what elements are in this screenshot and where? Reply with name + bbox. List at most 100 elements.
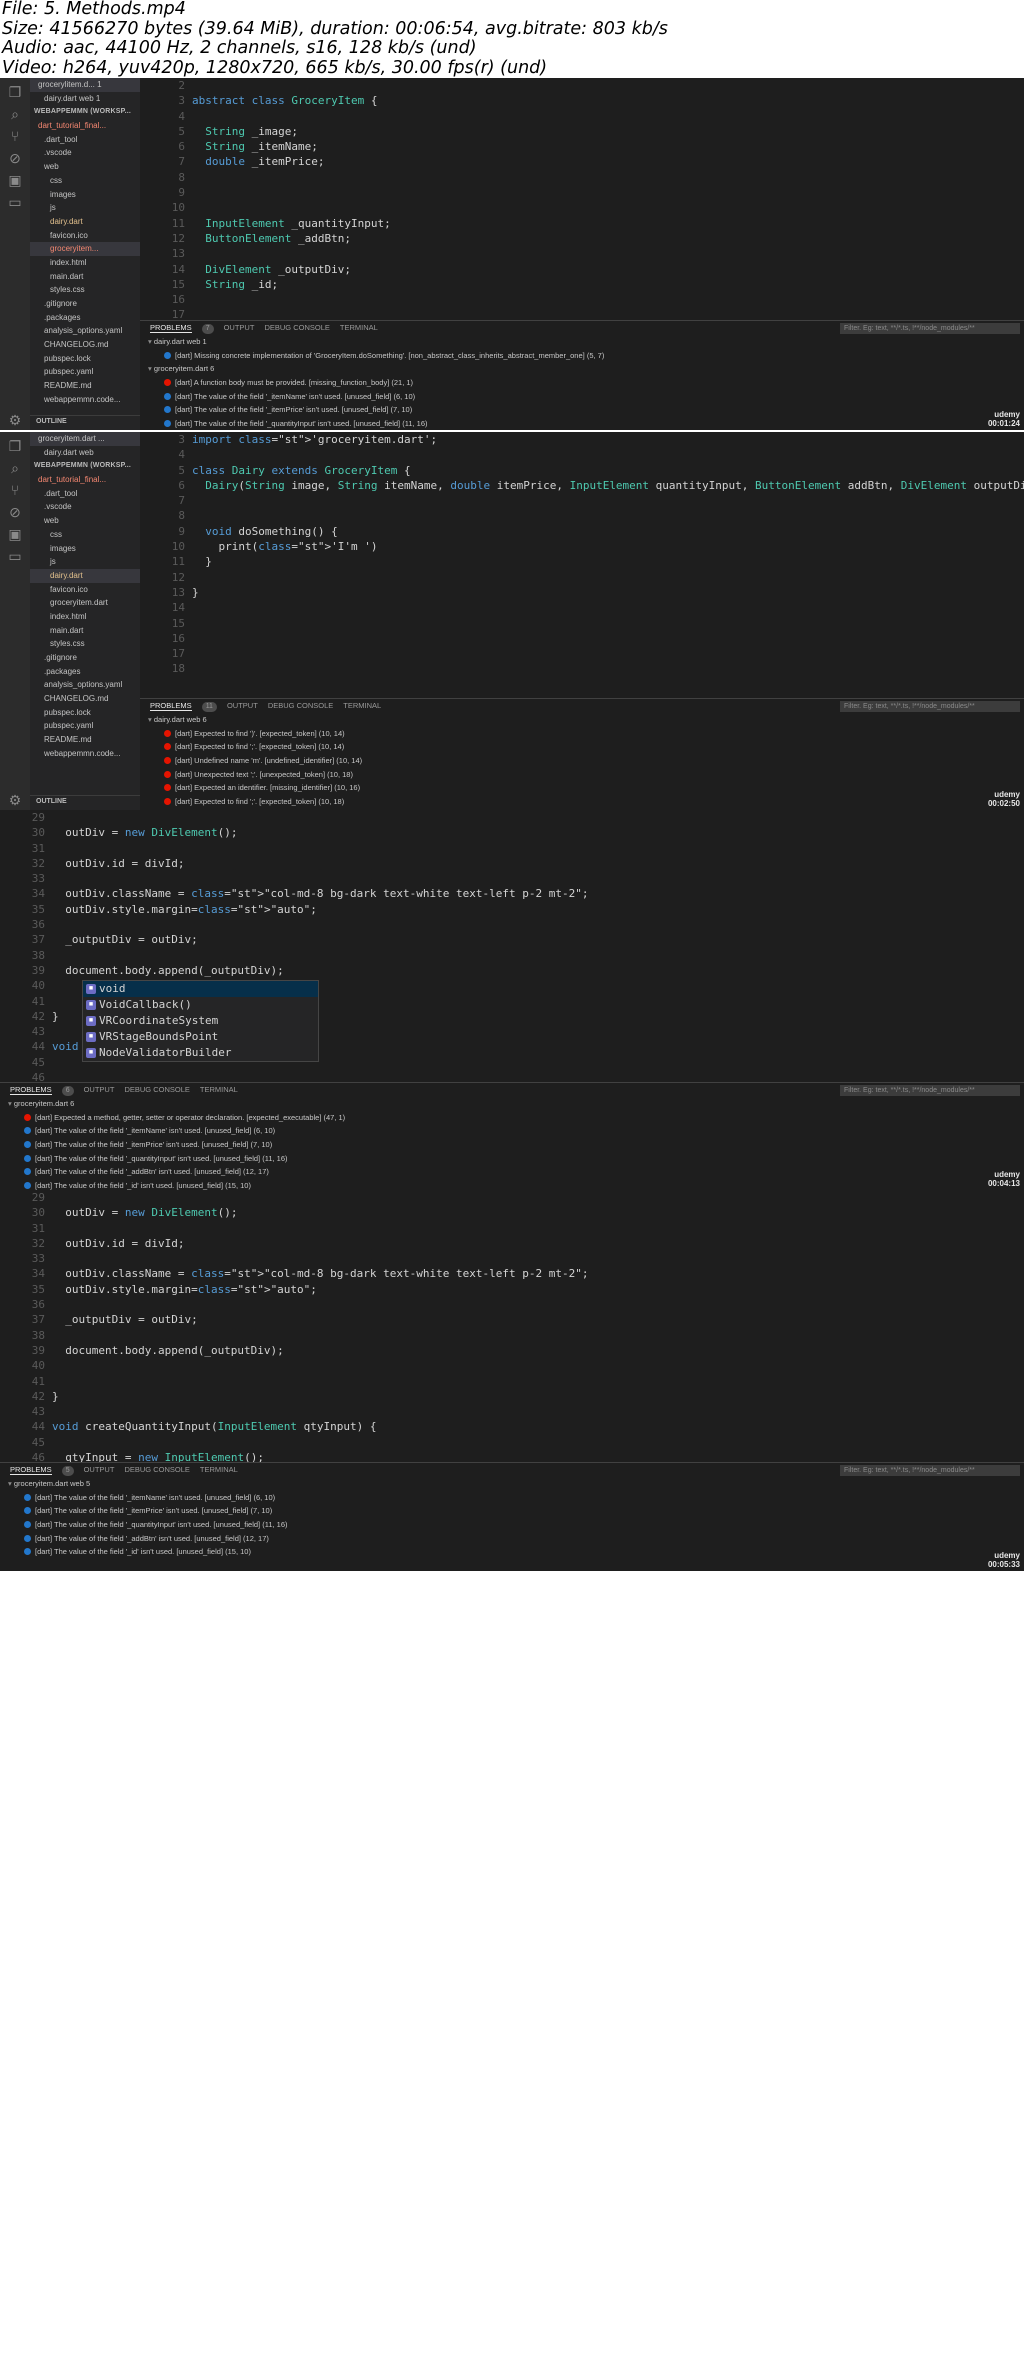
problem-item[interactable]: [dart] The value of the field '_itemName…	[0, 1491, 1024, 1505]
tab-debug-console[interactable]: DEBUG CONSOLE	[124, 1085, 189, 1094]
outline-section[interactable]: OUTLINE	[30, 795, 140, 808]
code-line[interactable]: import class="st">'groceryitem.dart';	[192, 432, 1024, 447]
code-editor[interactable]: 3 4 5 6 7 8 9 10 11 12 13 14 15 16 17 18 import class="s…	[140, 432, 1024, 698]
file-tree-item[interactable]: index.html	[30, 256, 140, 270]
autocomplete-item[interactable]: ■ NodeValidatorBuilder	[83, 1045, 318, 1061]
tab-output[interactable]: OUTPUT	[84, 1465, 115, 1474]
code-line[interactable]: DivElement _outputDiv;	[192, 262, 1024, 277]
file-tree-item[interactable]: README.md	[30, 379, 140, 393]
file-tree-item[interactable]: groceryitem...	[30, 242, 140, 256]
file-tree-item[interactable]: styles.css	[30, 637, 140, 651]
file-tree-item[interactable]: main.dart	[30, 624, 140, 638]
code-line[interactable]: class Dairy extends GroceryItem {	[192, 463, 1024, 478]
file-tree-item[interactable]: images	[30, 542, 140, 556]
file-tree-item[interactable]: dairy.dart	[30, 568, 140, 583]
code-line[interactable]	[192, 646, 1024, 661]
code-area[interactable]: import class="st">'groceryitem.dart'; cla…	[192, 432, 1024, 677]
problem-item[interactable]: [dart] The value of the field '_addBtn' …	[0, 1165, 1024, 1179]
file-tree-item[interactable]: analysis_options.yaml	[30, 678, 140, 692]
file-tree-item[interactable]: styles.css	[30, 283, 140, 297]
file-tree-item[interactable]: .dart_tool	[30, 487, 140, 501]
file-tree-item[interactable]: CHANGELOG.md	[30, 692, 140, 706]
remote-icon[interactable]: ▭	[7, 194, 23, 210]
code-line[interactable]: outDiv.style.margin=class="st">"auto";	[52, 902, 1024, 917]
file-tree-item[interactable]: .packages	[30, 311, 140, 325]
tab-problems[interactable]: PROBLEMS	[10, 1085, 52, 1095]
problem-item[interactable]: [dart] The value of the field '_itemPric…	[0, 1504, 1024, 1518]
problems-filter-input[interactable]: Filter. Eg: text, **/*.ts, !**/node_modu…	[840, 701, 1020, 712]
code-line[interactable]: void doSomething() {	[192, 524, 1024, 539]
code-line[interactable]	[52, 871, 1024, 886]
code-line[interactable]	[192, 78, 1024, 93]
tab-terminal[interactable]: TERMINAL	[343, 701, 381, 710]
code-line[interactable]	[192, 661, 1024, 676]
file-tree-item[interactable]: pubspec.yaml	[30, 719, 140, 733]
problem-item[interactable]: [dart] Expected to find ';'. [expected_t…	[140, 795, 1024, 809]
tab-problems[interactable]: PROBLEMS	[150, 701, 192, 711]
code-line[interactable]: outDiv = new DivElement();	[52, 825, 1024, 840]
open-editor-item[interactable]: grocerylitem.d... 1	[30, 78, 140, 92]
code-line[interactable]	[192, 170, 1024, 185]
problems-filter-input[interactable]: Filter. Eg: text, **/*.ts, !**/node_modu…	[840, 1085, 1020, 1096]
source-control-icon[interactable]: ⑂	[7, 482, 23, 498]
tab-debug-console[interactable]: DEBUG CONSOLE	[264, 323, 329, 332]
open-editor-item[interactable]: dairy.dart web 1	[30, 92, 140, 106]
workspace-header[interactable]: WEBAPPEMMN (WORKSP...	[30, 459, 140, 473]
code-line[interactable]	[52, 1435, 1024, 1450]
code-line[interactable]	[52, 1374, 1024, 1389]
code-line[interactable]: }	[52, 1389, 1024, 1404]
code-line[interactable]: String _id;	[192, 277, 1024, 292]
file-tree-item[interactable]: .dart_tool	[30, 133, 140, 147]
code-line[interactable]: document.body.append(_outputDiv);	[52, 1343, 1024, 1358]
code-line[interactable]: print(class="st">'I'm ')	[192, 539, 1024, 554]
code-line[interactable]: String _itemName;	[192, 139, 1024, 154]
problem-item[interactable]: [dart] The value of the field '_itemPric…	[0, 1138, 1024, 1152]
tab-problems[interactable]: PROBLEMS	[10, 1465, 52, 1475]
tab-terminal[interactable]: TERMINAL	[200, 1465, 238, 1474]
problem-item[interactable]: [dart] The value of the field '_id' isn'…	[0, 1179, 1024, 1190]
explorer-icon[interactable]: ❐	[7, 438, 23, 454]
problem-item[interactable]: [dart] Expected an identifier. [missing_…	[140, 781, 1024, 795]
autocomplete-item[interactable]: ■ VRCoordinateSystem	[83, 1013, 318, 1029]
code-line[interactable]	[52, 948, 1024, 963]
code-line[interactable]	[52, 1404, 1024, 1419]
code-line[interactable]: outDiv.id = divId;	[52, 856, 1024, 871]
code-line[interactable]	[52, 1297, 1024, 1312]
problem-item[interactable]: [dart] The value of the field '_quantity…	[0, 1152, 1024, 1166]
file-tree-item[interactable]: pubspec.yaml	[30, 365, 140, 379]
file-tree-item[interactable]: .gitignore	[30, 297, 140, 311]
file-tree-item[interactable]: main.dart	[30, 270, 140, 284]
debug-icon[interactable]: ⊘	[7, 150, 23, 166]
code-line[interactable]	[192, 616, 1024, 631]
code-line[interactable]: void createQuantityInput(InputElement qt…	[52, 1419, 1024, 1434]
file-tree-item[interactable]: pubspec.lock	[30, 706, 140, 720]
problem-item[interactable]: [dart] Unexpected text ';'. [unexpected_…	[140, 768, 1024, 782]
code-line[interactable]: _outputDiv = outDiv;	[52, 1312, 1024, 1327]
search-icon[interactable]: ⌕	[7, 460, 23, 476]
code-line[interactable]: }	[192, 585, 1024, 600]
problem-file-group[interactable]: ▾ groceryitem.dart web 5	[0, 1477, 1024, 1491]
problem-item[interactable]: [dart] Expected to find ';'. [expected_t…	[140, 740, 1024, 754]
code-line[interactable]	[192, 185, 1024, 200]
workspace-header[interactable]: WEBAPPEMMN (WORKSP...	[30, 105, 140, 119]
code-line[interactable]	[192, 292, 1024, 307]
code-line[interactable]	[52, 1190, 1024, 1205]
tab-output[interactable]: OUTPUT	[84, 1085, 115, 1094]
code-line[interactable]: abstract class GroceryItem {	[192, 93, 1024, 108]
code-line[interactable]	[52, 810, 1024, 825]
file-tree-item[interactable]: favicon.ico	[30, 583, 140, 597]
problem-item[interactable]: [dart] The value of the field '_itemName…	[0, 1124, 1024, 1138]
source-control-icon[interactable]: ⑂	[7, 128, 23, 144]
file-tree-item[interactable]: pubspec.lock	[30, 352, 140, 366]
search-icon[interactable]: ⌕	[7, 106, 23, 122]
code-line[interactable]	[192, 447, 1024, 462]
file-tree-item[interactable]: js	[30, 201, 140, 215]
file-tree-item[interactable]: .vscode	[30, 500, 140, 514]
code-line[interactable]	[52, 1251, 1024, 1266]
code-line[interactable]	[192, 200, 1024, 215]
open-editor-item[interactable]: groceryitem.dart ...	[30, 432, 140, 446]
code-line[interactable]	[52, 1358, 1024, 1373]
code-editor[interactable]: 2930313233343536373839404142434445464748…	[0, 1190, 1024, 1556]
problem-item[interactable]: [dart] The value of the field '_itemPric…	[140, 403, 1024, 417]
extensions-icon[interactable]: ▣	[7, 526, 23, 542]
